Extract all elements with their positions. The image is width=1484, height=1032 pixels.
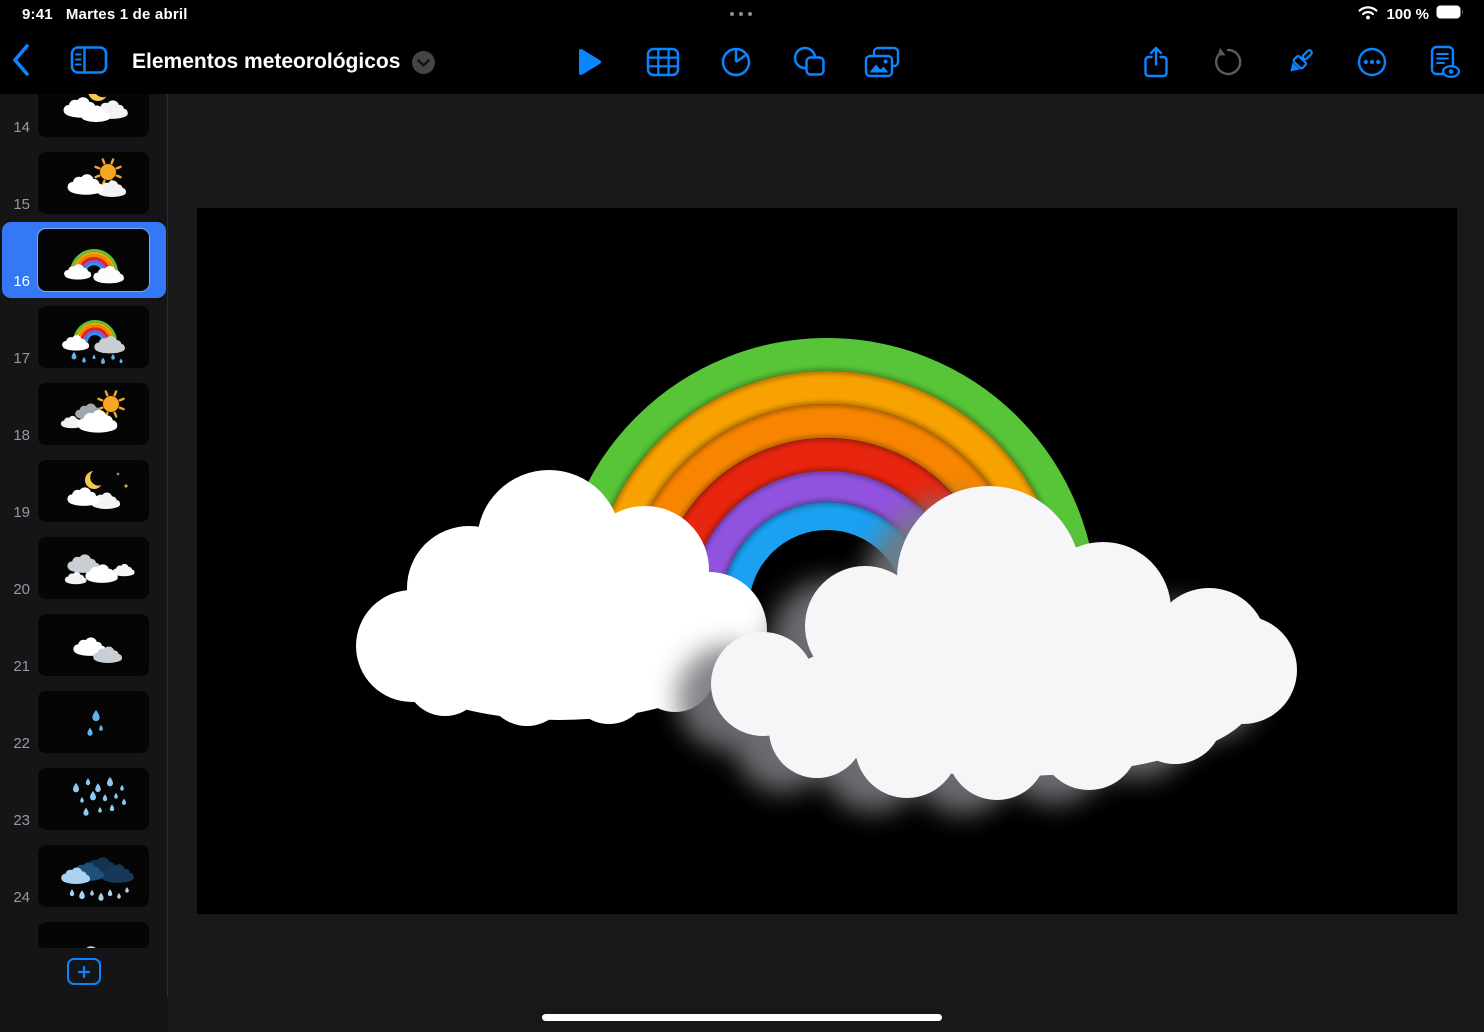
slide-list-item: 16 <box>0 229 167 306</box>
slide-number: 18 <box>0 427 30 444</box>
slide-list-item: 21 <box>0 614 167 691</box>
more-icon <box>1356 46 1388 78</box>
slide-thumbnail[interactable] <box>38 383 149 445</box>
wifi-icon <box>1357 4 1379 24</box>
slide-number: 19 <box>0 504 30 521</box>
more-button[interactable] <box>1352 46 1392 78</box>
slide-number: 21 <box>0 658 30 675</box>
slide-list-item: 24 <box>0 845 167 922</box>
slide-list-item: 22 <box>0 691 167 768</box>
multitasking-dots-icon[interactable] <box>730 12 752 16</box>
plus-icon <box>77 965 91 979</box>
status-time: 9:41 <box>22 6 53 23</box>
back-button[interactable] <box>10 42 32 83</box>
slide-thumbnail[interactable] <box>38 768 149 830</box>
slide-panel-icon <box>70 45 108 75</box>
status-date: Martes 1 de abril <box>66 6 188 23</box>
slide-canvas[interactable] <box>197 208 1457 914</box>
share-icon <box>1142 45 1170 79</box>
slide-number: 23 <box>0 812 30 829</box>
slide-thumbnail[interactable] <box>38 922 149 948</box>
slide-number: 24 <box>0 889 30 906</box>
share-button[interactable] <box>1136 45 1176 79</box>
insert-media-button[interactable] <box>862 46 902 78</box>
toolbar: Elementos meteorológicos <box>0 30 1484 94</box>
slide-list-item <box>0 922 167 948</box>
undo-button[interactable] <box>1208 46 1248 78</box>
slide-list-item: 15 <box>0 152 167 229</box>
battery-percent: 100 % <box>1386 6 1429 23</box>
slide-list-item: 14 <box>0 94 167 152</box>
slide-list-item: 19 <box>0 460 167 537</box>
presenter-notes-button[interactable] <box>1424 45 1464 79</box>
chevron-down-icon <box>412 51 435 74</box>
insert-chart-button[interactable] <box>716 46 756 78</box>
slide-list-item: 20 <box>0 537 167 614</box>
slide-navigator: 14 15 16 17 18 19 20 21 22 23 24 <box>0 94 168 1032</box>
slide-number: 17 <box>0 350 30 367</box>
slide-thumbnail[interactable] <box>38 537 149 599</box>
pie-chart-icon <box>720 46 752 78</box>
slide-thumbnail[interactable] <box>38 845 149 907</box>
battery-full-icon <box>1436 5 1464 23</box>
slide-list-item: 23 <box>0 768 167 845</box>
status-bar: 9:41 Martes 1 de abril 100 % <box>0 0 1484 30</box>
slide-list-item: 17 <box>0 306 167 383</box>
table-icon <box>646 47 680 77</box>
play-button[interactable] <box>570 47 610 77</box>
title-menu-button[interactable] <box>412 51 435 74</box>
slide-thumbnail[interactable] <box>38 152 149 214</box>
insert-table-button[interactable] <box>643 47 683 77</box>
slide-thumbnail[interactable] <box>38 614 149 676</box>
view-options-button[interactable] <box>70 45 108 80</box>
slide-thumbnail[interactable] <box>38 229 149 291</box>
presenter-notes-icon <box>1427 45 1461 79</box>
slide-number: 20 <box>0 581 30 598</box>
media-icon <box>864 46 900 78</box>
slide-thumbnail[interactable] <box>38 306 149 368</box>
slide-number: 15 <box>0 196 30 213</box>
slide-thumbnail[interactable] <box>38 691 149 753</box>
slide-canvas-area <box>168 94 1484 1032</box>
document-title[interactable]: Elementos meteorológicos <box>132 50 400 74</box>
format-button[interactable] <box>1280 45 1320 79</box>
play-icon <box>577 47 603 77</box>
chevron-left-icon <box>10 42 32 78</box>
slide-list-item: 18 <box>0 383 167 460</box>
slide-number: 22 <box>0 735 30 752</box>
slide-number: 16 <box>0 273 30 290</box>
format-brush-icon <box>1283 45 1317 79</box>
slide-thumbnail[interactable] <box>38 94 149 137</box>
insert-shape-button[interactable] <box>789 46 829 78</box>
shapes-icon <box>792 46 826 78</box>
undo-icon <box>1212 46 1244 78</box>
slide-thumbnail[interactable] <box>38 460 149 522</box>
add-slide-button[interactable] <box>67 958 101 985</box>
home-indicator[interactable] <box>542 1014 942 1021</box>
slide-number: 14 <box>0 119 30 136</box>
